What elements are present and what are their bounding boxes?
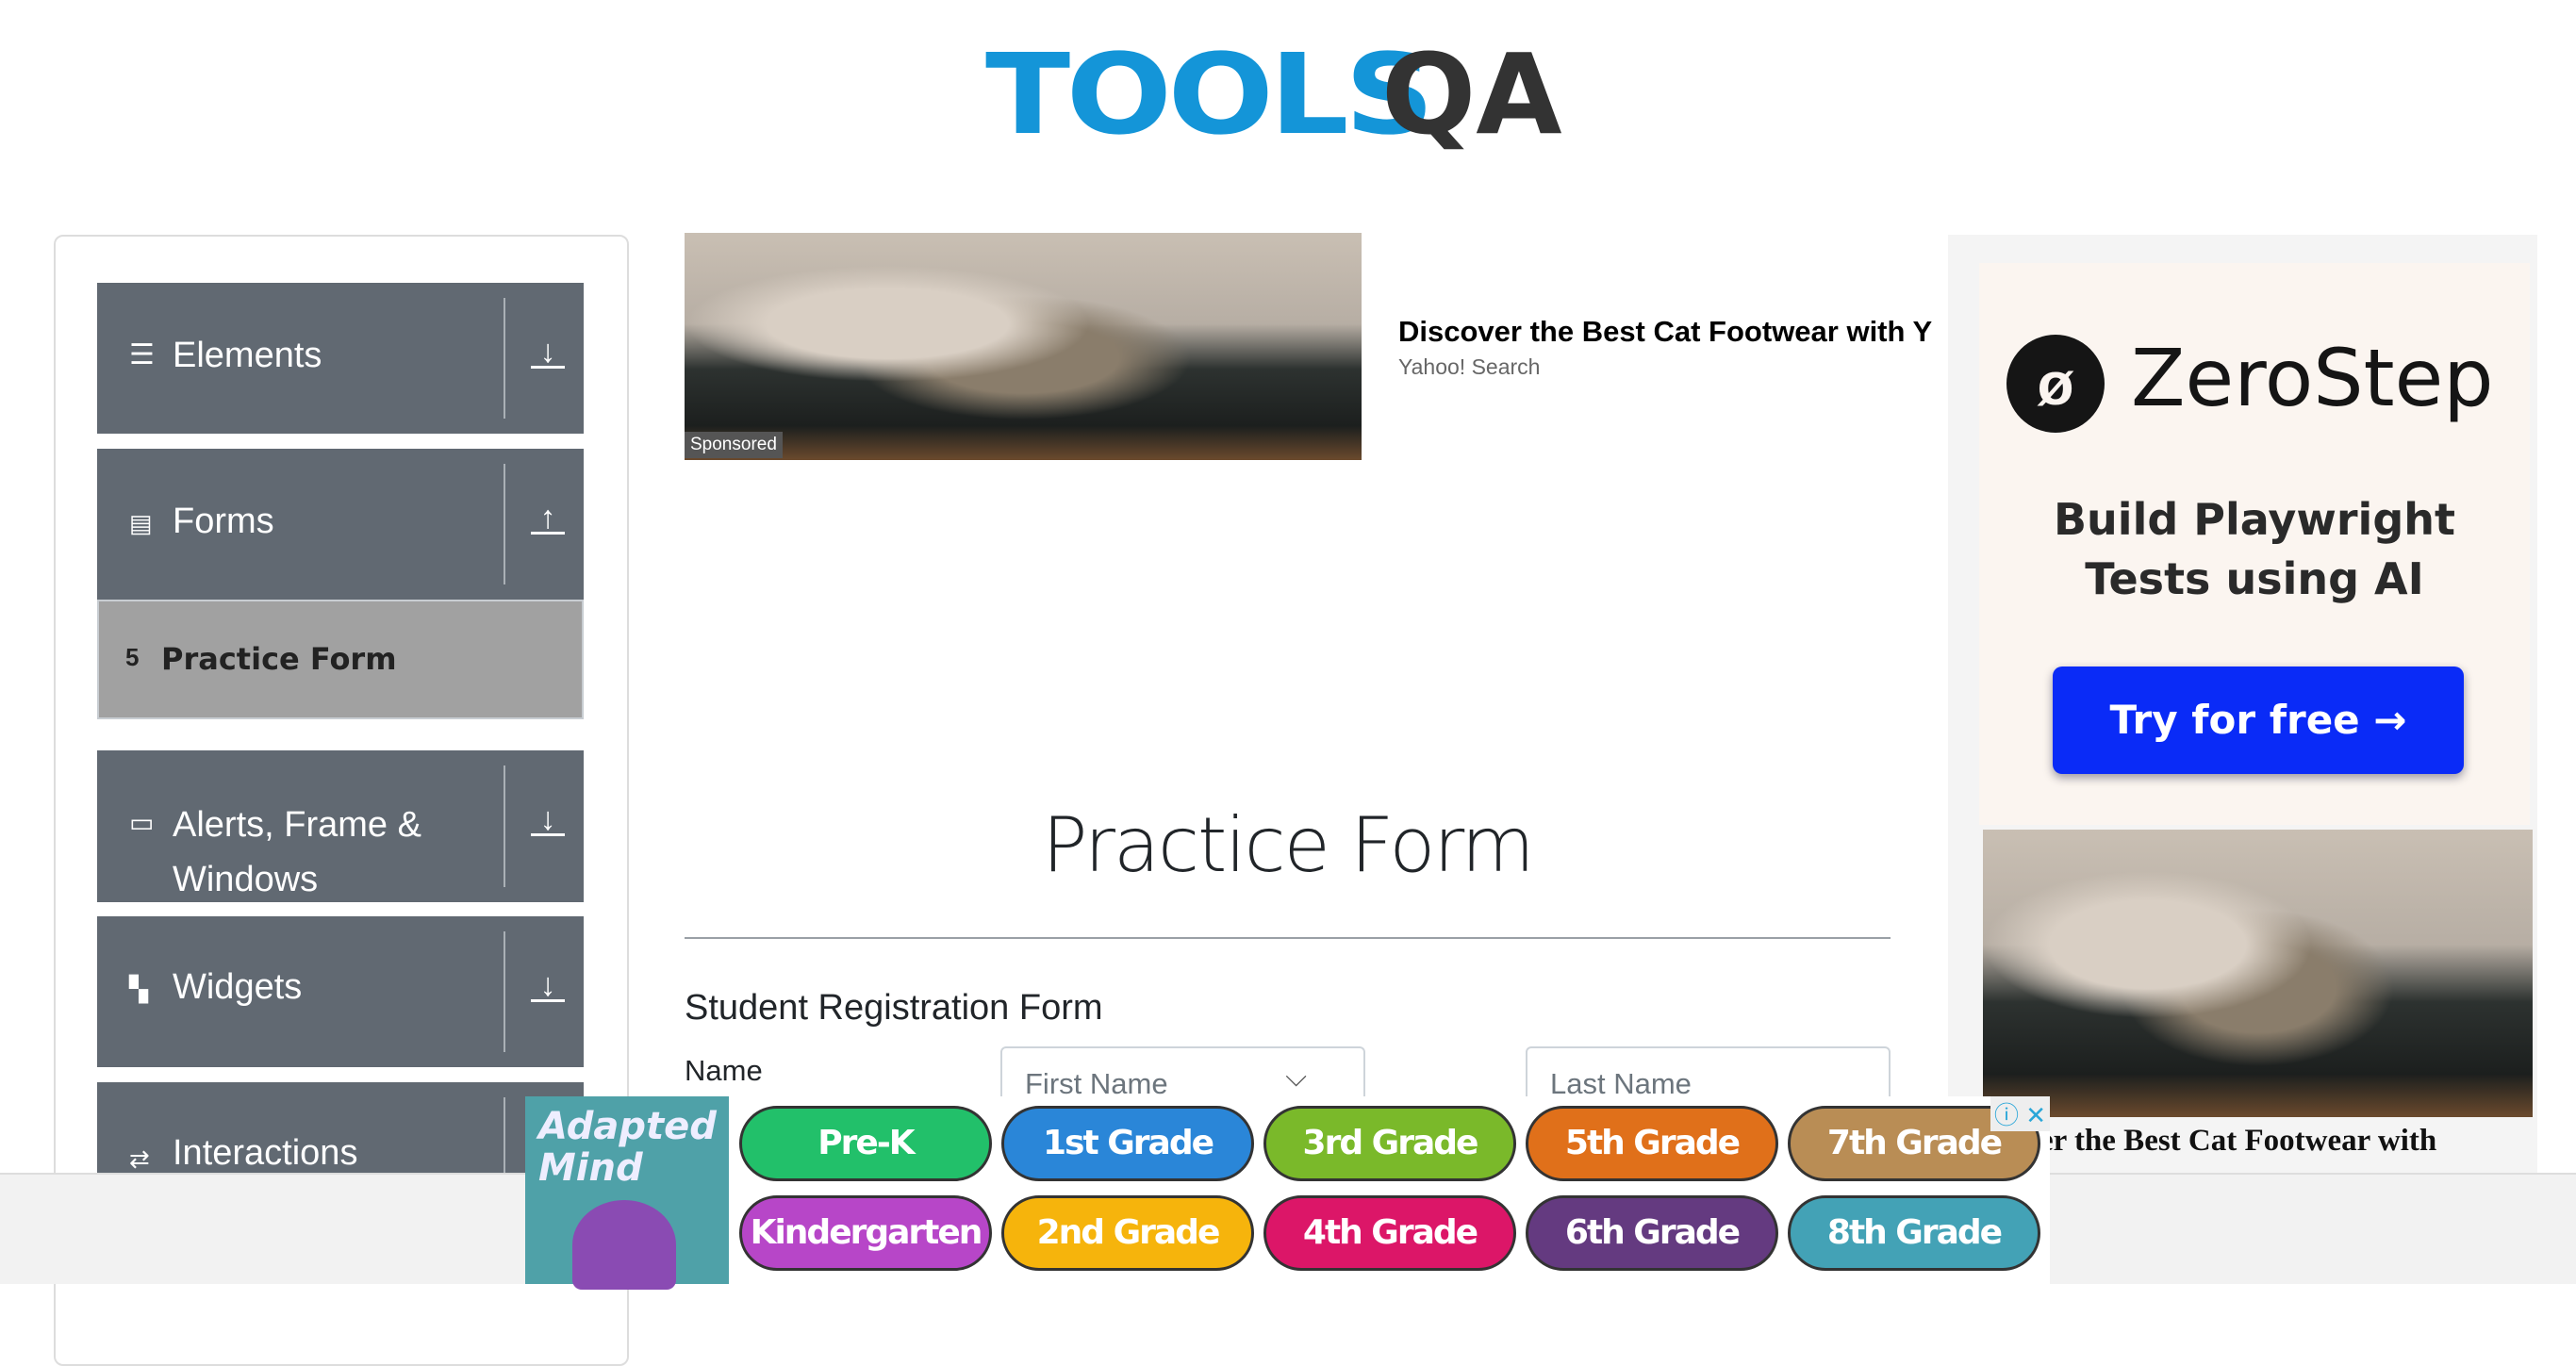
sidebar-group-alerts[interactable]: ▭ Alerts, Frame & Windows ↓ bbox=[97, 750, 584, 902]
adaptedmind-logo: Adapted Mind bbox=[525, 1096, 729, 1290]
form-subtitle: Student Registration Form bbox=[685, 988, 1103, 1028]
upload-arrow-icon[interactable]: ↑ bbox=[531, 502, 565, 535]
logo-text-qa: QA bbox=[1381, 29, 1562, 159]
grade-button[interactable]: 2nd Grade bbox=[1001, 1195, 1254, 1271]
grade-button[interactable]: 6th Grade bbox=[1526, 1195, 1778, 1271]
ad-source: Yahoo! Search bbox=[1398, 354, 1541, 379]
widgets-icon: ▚ bbox=[129, 975, 148, 1003]
sidebar-group-label: Widgets bbox=[173, 967, 303, 1007]
download-arrow-icon[interactable]: ↓ bbox=[531, 803, 565, 836]
download-arrow-icon[interactable]: ↓ bbox=[531, 336, 565, 369]
grade-button[interactable]: 3rd Grade bbox=[1263, 1106, 1516, 1181]
brand-line: Adapted bbox=[538, 1105, 717, 1148]
ad-close-icon[interactable]: ⓘ ✕ bbox=[1990, 1096, 2050, 1131]
zerostep-logo-icon: ø bbox=[2006, 335, 2105, 433]
chevron-down-icon: ⌵ bbox=[1285, 1062, 1307, 1093]
sidebar-group-label: Elements bbox=[173, 336, 322, 375]
adaptedmind-ad[interactable]: Adapted Mind Pre-K 1st Grade 3rd Grade 5th … bbox=[525, 1096, 2050, 1290]
grade-button[interactable]: Pre-K bbox=[739, 1106, 992, 1181]
grade-button[interactable]: 5th Grade bbox=[1526, 1106, 1778, 1181]
ad-cat-image[interactable] bbox=[1983, 830, 2533, 1117]
divider bbox=[504, 931, 505, 1052]
zerostep-tagline: Build Playwright Tests using AI bbox=[1979, 490, 2530, 609]
name-label: Name bbox=[685, 1054, 763, 1087]
grade-button[interactable]: 1st Grade bbox=[1001, 1106, 1254, 1181]
divider bbox=[504, 298, 505, 419]
ad-cat-image[interactable] bbox=[685, 233, 1362, 460]
form-icon: ▤ bbox=[129, 509, 153, 537]
sidebar-item-label: Practice Form bbox=[161, 641, 397, 677]
sidebar-group-label: Interactions bbox=[173, 1133, 358, 1173]
ad-caption-link[interactable]: over the Best Cat Footwear with bbox=[2008, 1124, 2436, 1159]
ad-title-link[interactable]: Discover the Best Cat Footwear with Y bbox=[1398, 315, 1948, 349]
grade-button[interactable]: 4th Grade bbox=[1263, 1195, 1516, 1271]
sponsored-badge: Sponsored bbox=[685, 432, 783, 458]
last-name-placeholder: Last Name bbox=[1550, 1067, 1692, 1100]
sidebar-group-label: Alerts, Frame & Windows bbox=[173, 805, 421, 899]
first-name-placeholder: First Name bbox=[1025, 1067, 1168, 1100]
page-title: Practice Form bbox=[1042, 801, 1534, 889]
try-for-free-button[interactable]: Try for free → bbox=[2053, 667, 2464, 774]
divider bbox=[504, 464, 505, 584]
brand-line: Mind bbox=[538, 1146, 643, 1190]
interactions-icon: ⇄ bbox=[129, 1144, 150, 1173]
divider bbox=[504, 765, 505, 887]
sidebar-group-widgets[interactable]: ▚ Widgets ↓ bbox=[97, 916, 584, 1067]
hamburger-icon: ☰ bbox=[129, 339, 155, 370]
window-icon: ▭ bbox=[129, 808, 155, 837]
download-arrow-icon[interactable]: ↓ bbox=[531, 969, 565, 1002]
tagline-line: Build Playwright bbox=[2054, 494, 2455, 545]
divider bbox=[685, 937, 1891, 939]
monster-icon bbox=[572, 1200, 676, 1290]
sidebar-group-label: Forms bbox=[173, 502, 274, 541]
html5-icon: 5 bbox=[125, 643, 140, 671]
sidebar-group-forms[interactable]: ▤ Forms ↑ bbox=[97, 449, 584, 600]
sidebar-item-practice-form[interactable]: 5 Practice Form bbox=[97, 600, 584, 719]
tagline-line: Tests using AI bbox=[2085, 553, 2424, 604]
zerostep-brand: ZeroStep bbox=[2131, 332, 2494, 424]
logo-text-tools: TOOLS bbox=[985, 29, 1434, 159]
grade-button[interactable]: 8th Grade bbox=[1788, 1195, 2040, 1271]
grade-button[interactable]: Kindergarten bbox=[739, 1195, 992, 1271]
toolsqa-logo[interactable]: TOOLS QA bbox=[985, 29, 1598, 171]
sidebar-group-elements[interactable]: ☰ Elements ↓ bbox=[97, 283, 584, 434]
